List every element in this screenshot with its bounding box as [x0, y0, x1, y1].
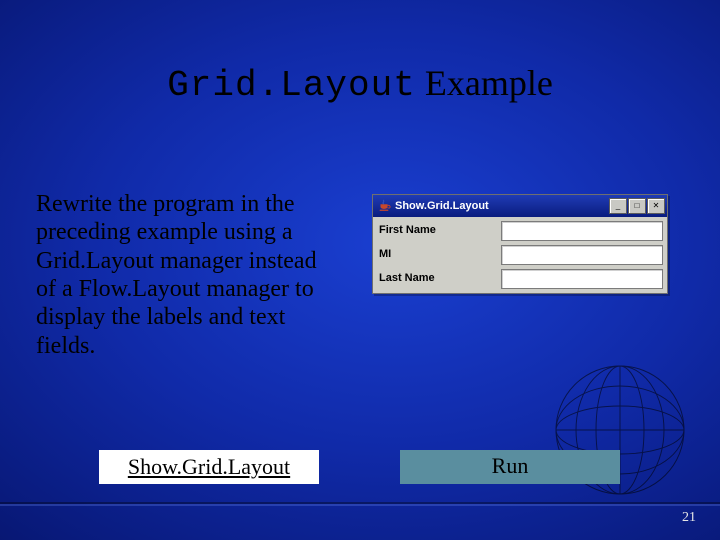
maximize-button[interactable]: □	[628, 198, 646, 214]
java-cup-icon	[377, 199, 391, 213]
first-name-field[interactable]	[501, 221, 663, 241]
mi-field[interactable]	[501, 245, 663, 265]
page-number: 21	[682, 510, 696, 526]
footer-divider	[0, 502, 720, 504]
minimize-button[interactable]: _	[609, 198, 627, 214]
title-rest-part: Example	[416, 63, 553, 103]
mi-label: MI	[377, 245, 501, 265]
show-gridlayout-link[interactable]: Show.Grid.Layout	[99, 450, 319, 484]
window-title: Show.Grid.Layout	[395, 200, 605, 212]
close-button[interactable]: ✕	[647, 198, 665, 214]
last-name-field[interactable]	[501, 269, 663, 289]
run-button[interactable]: Run	[400, 450, 620, 484]
body-paragraph: Rewrite the program in the preceding exa…	[36, 190, 336, 360]
window-buttons: _ □ ✕	[609, 198, 665, 214]
slide: Grid.Layout Example Rewrite the program …	[0, 0, 720, 540]
globe-decoration	[530, 350, 710, 510]
window-client-area: First Name MI Last Name	[373, 217, 667, 293]
slide-title: Grid.Layout Example	[0, 62, 720, 106]
last-name-label: Last Name	[377, 269, 501, 289]
title-code-part: Grid.Layout	[167, 65, 416, 106]
window-titlebar: Show.Grid.Layout _ □ ✕	[373, 195, 667, 217]
java-window: Show.Grid.Layout _ □ ✕ First Name MI Las…	[372, 194, 668, 294]
first-name-label: First Name	[377, 221, 501, 241]
grid-layout: First Name MI Last Name	[377, 221, 663, 289]
